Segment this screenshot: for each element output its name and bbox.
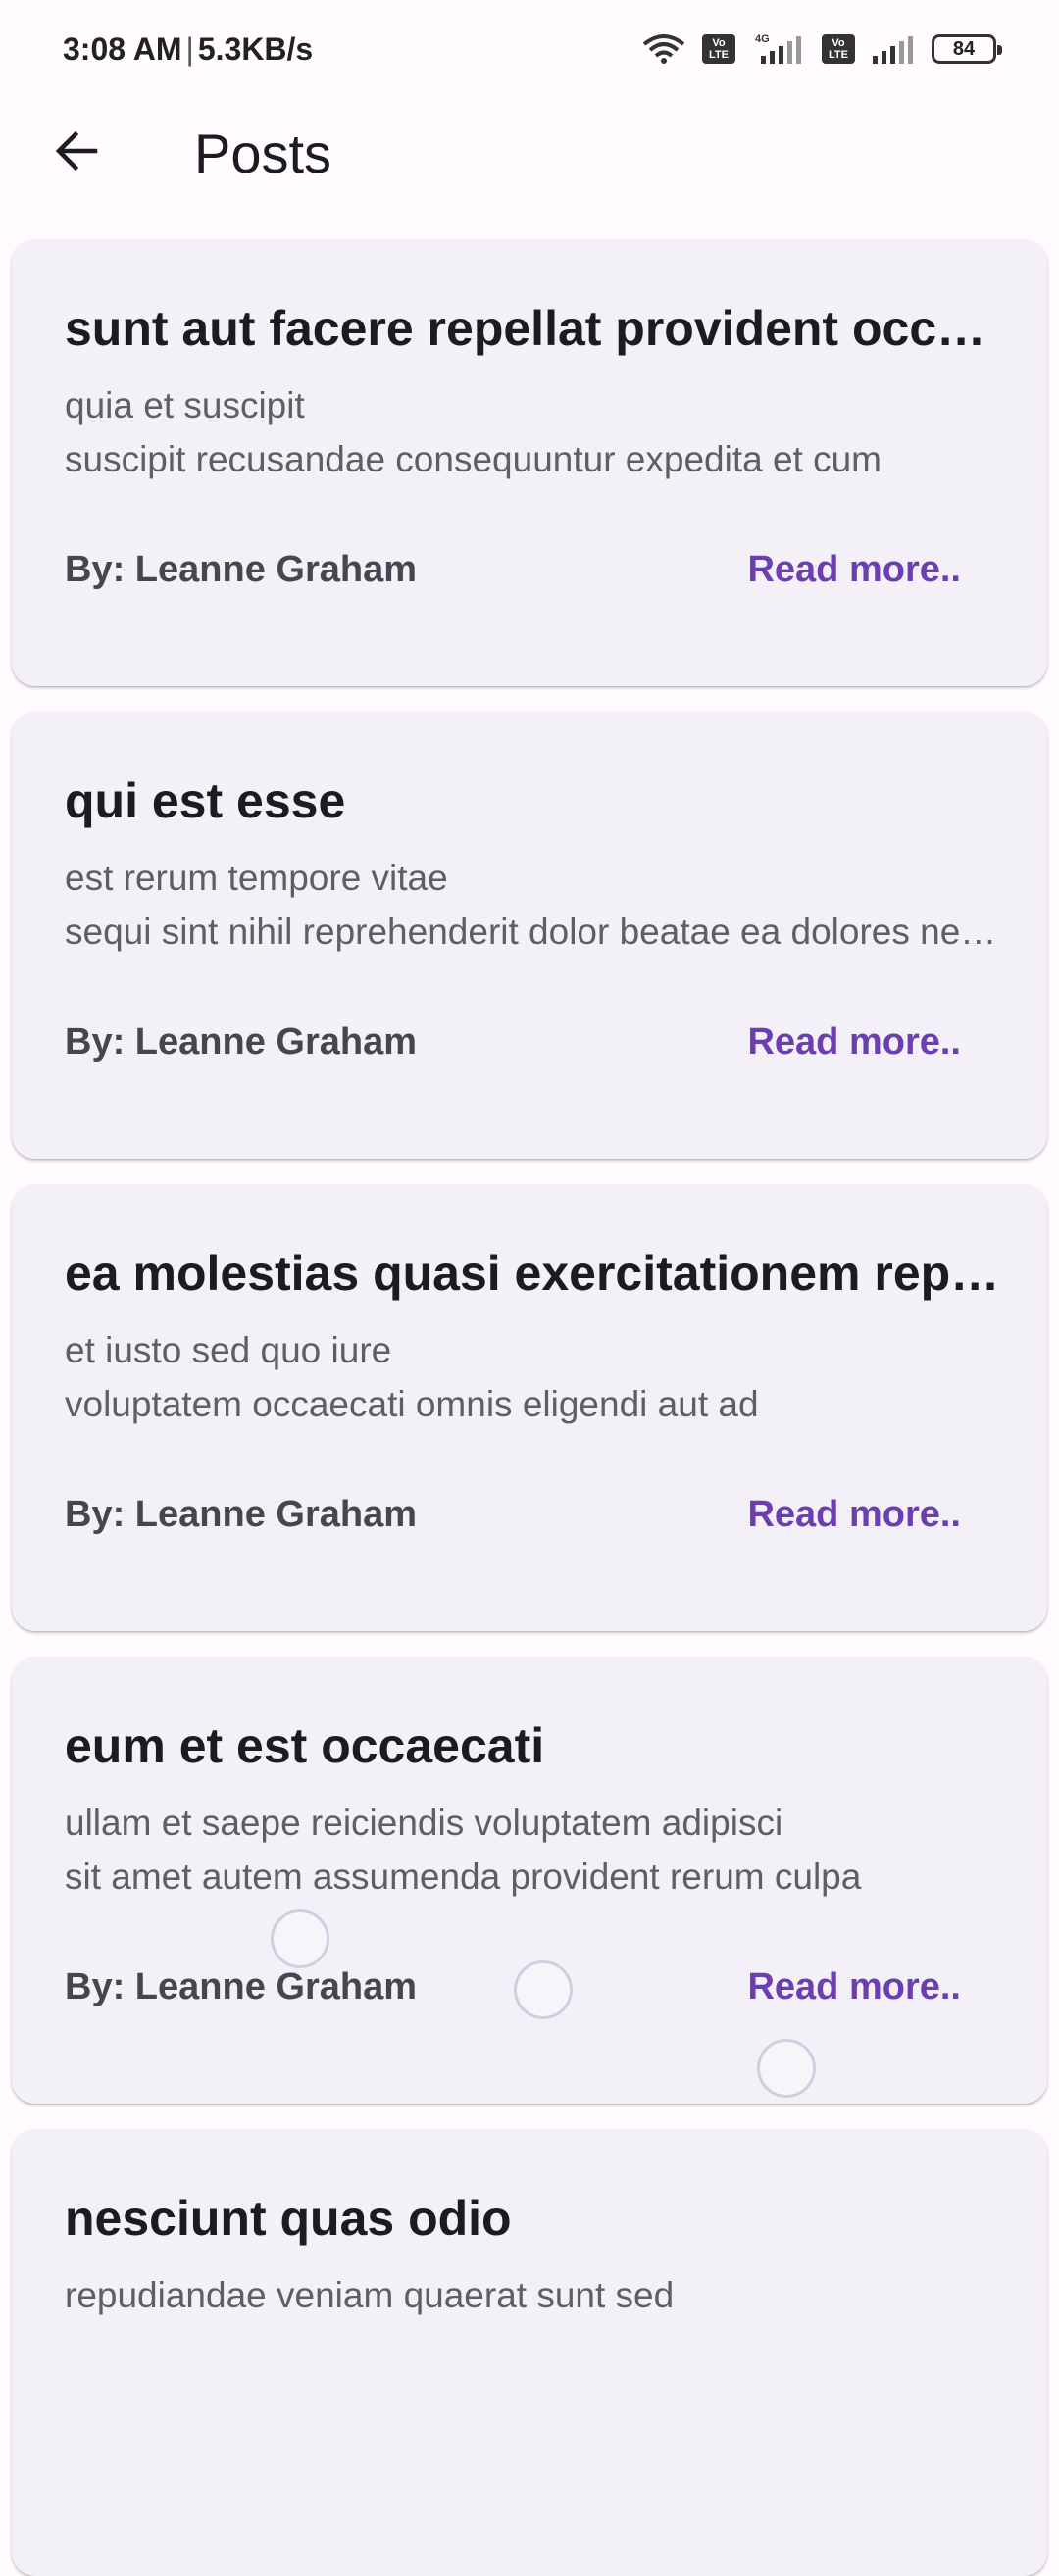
post-body: repudiandae veniam quaerat sunt sed xyxy=(65,2268,1006,2322)
post-card[interactable]: eum et est occaecati ullam et saepe reic… xyxy=(12,1657,1047,2104)
touch-indicator xyxy=(514,1960,573,2019)
read-more-link[interactable]: Read more.. xyxy=(747,549,961,591)
network-type-label: 4G xyxy=(755,33,770,45)
post-body-line: quia et suscipit xyxy=(65,385,305,425)
post-card[interactable]: qui est esse est rerum tempore vitae seq… xyxy=(12,712,1047,1159)
post-body-line: est rerum tempore vitae xyxy=(65,858,448,898)
post-body: est rerum tempore vitae sequi sint nihil… xyxy=(65,851,1006,959)
post-author: By: Leanne Graham xyxy=(65,1966,417,2007)
arrow-back-icon xyxy=(52,126,101,180)
post-author: By: Leanne Graham xyxy=(65,1021,417,1063)
battery-level: 84 xyxy=(952,37,976,60)
status-time: 3:08 AM xyxy=(63,30,182,67)
wifi-icon xyxy=(641,32,686,66)
app-bar: Posts xyxy=(0,98,1059,208)
touch-indicator xyxy=(271,1909,329,1968)
read-more-link[interactable]: Read more.. xyxy=(747,1966,961,2008)
battery-icon: 84 xyxy=(932,34,1002,64)
read-more-link[interactable]: Read more.. xyxy=(747,1021,961,1064)
post-card[interactable]: ea molestias quasi exercitationem repell… xyxy=(12,1184,1047,1631)
page-title: Posts xyxy=(194,122,332,184)
post-title: nesciunt quas odio xyxy=(65,2191,512,2246)
post-body: quia et suscipit suscipit recusandae con… xyxy=(65,378,1006,486)
status-bar: 3:08 AM | 5.3KB/s Vo LTE 4G Vo LTE 84 xyxy=(0,0,1059,98)
signal-icon xyxy=(871,32,916,66)
status-icons: Vo LTE 4G Vo LTE 84 xyxy=(641,32,1002,66)
read-more-link[interactable]: Read more.. xyxy=(747,1494,961,1536)
post-author: By: Leanne Graham xyxy=(65,549,417,590)
volte-icon: Vo LTE xyxy=(702,34,735,64)
post-body-line: voluptatem occaecati omnis eligendi aut … xyxy=(65,1384,759,1424)
status-left: 3:08 AM | 5.3KB/s xyxy=(63,31,313,68)
post-body-line: suscipit recusandae consequuntur expedit… xyxy=(65,439,882,479)
post-title: qui est esse xyxy=(65,773,346,828)
post-body: et iusto sed quo iure voluptatem occaeca… xyxy=(65,1323,1006,1431)
post-title: sunt aut facere repellat provident occae… xyxy=(65,301,1006,356)
post-author: By: Leanne Graham xyxy=(65,1494,417,1535)
post-body-line: repudiandae veniam quaerat sunt sed xyxy=(65,2275,675,2315)
post-body-line: sit amet autem assumenda provident rerum… xyxy=(65,1857,862,1897)
post-body-line: sequi sint nihil reprehenderit dolor bea… xyxy=(65,912,1006,952)
post-card[interactable]: sunt aut facere repellat provident occae… xyxy=(12,239,1047,686)
touch-indicator xyxy=(757,2039,816,2098)
post-card[interactable]: nesciunt quas odio repudiandae veniam qu… xyxy=(12,2129,1047,2576)
signal-4g-icon: 4G xyxy=(751,32,806,66)
back-button[interactable] xyxy=(29,106,124,200)
post-body-line: ullam et saepe reiciendis voluptatem adi… xyxy=(65,1803,783,1843)
post-body: ullam et saepe reiciendis voluptatem adi… xyxy=(65,1796,1006,1904)
volte-icon-2: Vo LTE xyxy=(822,34,855,64)
post-body-line: et iusto sed quo iure xyxy=(65,1330,392,1370)
status-separator: | xyxy=(185,30,194,67)
status-speed: 5.3KB/s xyxy=(197,30,314,67)
post-title: ea molestias quasi exercitationem repell… xyxy=(65,1246,1006,1301)
post-title: eum et est occaecati xyxy=(65,1718,545,1773)
